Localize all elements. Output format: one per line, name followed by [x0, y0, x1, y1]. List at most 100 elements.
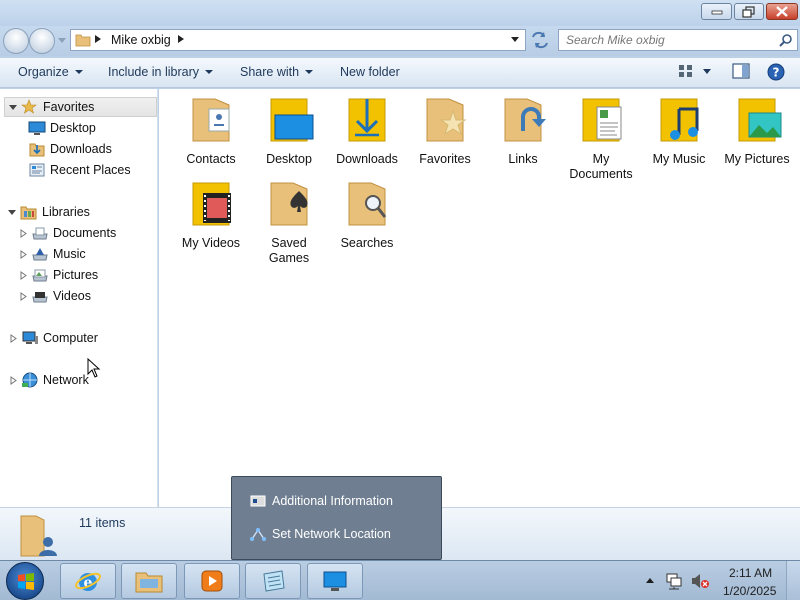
include-in-library-menu[interactable]: Include in library	[108, 65, 214, 79]
recent-pages-dropdown-icon[interactable]	[58, 38, 66, 43]
nav-downloads[interactable]: Downloads	[28, 139, 112, 159]
network-status-icon[interactable]	[666, 572, 682, 590]
navigation-pane: Favorites Desktop Downloads Recent Place…	[0, 89, 158, 507]
folder-favorites[interactable]: Favorites	[406, 95, 484, 167]
nav-music[interactable]: Music	[20, 244, 86, 264]
nav-libraries[interactable]: Libraries	[8, 202, 90, 222]
network-context-menu: Additional Information Set Network Locat…	[231, 476, 442, 560]
new-folder-button[interactable]: New folder	[340, 65, 400, 79]
menu-item-label: Additional Information	[272, 494, 393, 508]
saved-games-folder-icon	[270, 182, 308, 226]
preview-pane-icon[interactable]	[732, 63, 750, 79]
expand-arrow-icon[interactable]	[20, 228, 27, 238]
taskbar: e 2:11 AM 1/20/2025	[0, 560, 800, 600]
help-icon[interactable]: ?	[767, 63, 785, 81]
music-icon	[32, 248, 48, 261]
folder-saved-games[interactable]: Saved Games	[250, 179, 328, 266]
expand-arrow-icon[interactable]	[20, 249, 27, 259]
expand-arrow-icon[interactable]	[20, 291, 27, 301]
view-options-icon[interactable]	[678, 63, 694, 79]
mouse-cursor-icon	[87, 358, 101, 378]
expand-arrow-icon[interactable]	[10, 333, 17, 343]
nav-network[interactable]: Network	[10, 370, 89, 390]
nav-videos[interactable]: Videos	[20, 286, 91, 306]
clock-time[interactable]: 2:11 AM	[729, 566, 772, 580]
internet-explorer-icon: e	[75, 572, 101, 591]
folder-label: Searches	[340, 236, 394, 250]
breadcrumb-arrow-icon[interactable]	[95, 35, 101, 43]
folder-label: Saved Games	[268, 236, 310, 265]
menu-item-additional-information[interactable]: Additional Information	[250, 494, 393, 508]
address-history-dropdown-icon[interactable]	[511, 37, 519, 42]
expand-arrow-icon[interactable]	[8, 209, 16, 215]
minimize-icon	[711, 10, 722, 14]
address-bar[interactable]: Mike oxbig	[70, 29, 526, 51]
windows-logo-icon	[18, 573, 34, 590]
expand-arrow-icon[interactable]	[10, 375, 17, 385]
share-with-menu[interactable]: Share with	[240, 65, 314, 79]
search-icon[interactable]	[779, 33, 793, 47]
folder-searches[interactable]: Searches	[328, 179, 406, 251]
user-folder-icon	[20, 515, 57, 557]
nav-documents[interactable]: Documents	[20, 223, 116, 243]
breadcrumb-arrow-icon[interactable]	[178, 35, 184, 43]
downloads-folder-icon	[348, 98, 386, 142]
taskbar-windows-explorer[interactable]	[121, 563, 177, 599]
recent-places-icon	[29, 163, 45, 177]
clock-date[interactable]: 1/20/2025	[723, 584, 776, 598]
maximize-button[interactable]	[734, 3, 764, 20]
taskbar-remote-desktop[interactable]	[307, 563, 363, 599]
folder-my-music[interactable]: My Music	[640, 95, 718, 167]
folder-label: My Music	[652, 152, 706, 166]
music-folder-icon	[660, 98, 699, 142]
contacts-folder-icon	[192, 98, 230, 142]
refresh-icon[interactable]	[529, 30, 551, 50]
folder-contacts[interactable]: Contacts	[172, 95, 250, 167]
nav-videos-label: Videos	[53, 289, 91, 303]
close-button[interactable]	[766, 3, 798, 20]
show-hidden-icons-icon[interactable]	[646, 576, 654, 584]
folder-my-documents[interactable]: My Documents	[562, 95, 640, 182]
folder-label: My Documents	[569, 152, 633, 181]
nav-computer[interactable]: Computer	[10, 328, 98, 348]
close-icon	[776, 6, 788, 17]
minimize-button[interactable]	[701, 3, 732, 20]
nav-network-label: Network	[43, 373, 89, 387]
nav-favorites[interactable]: Favorites	[4, 97, 157, 117]
forward-button[interactable]	[29, 28, 55, 54]
nav-downloads-label: Downloads	[50, 142, 112, 156]
taskbar-media-player[interactable]	[184, 563, 240, 599]
search-placeholder: Search Mike oxbig	[566, 33, 665, 47]
expand-arrow-icon[interactable]	[9, 104, 17, 110]
searches-folder-icon	[348, 182, 387, 226]
taskbar-notepad[interactable]	[245, 563, 301, 599]
menu-item-label: Set Network Location	[272, 527, 391, 541]
nav-desktop[interactable]: Desktop	[28, 118, 96, 138]
desktop-icon	[28, 121, 46, 135]
command-bar: Organize Include in library Share with N…	[0, 58, 800, 88]
expand-arrow-icon[interactable]	[20, 270, 27, 280]
search-input[interactable]: Search Mike oxbig	[558, 29, 798, 51]
folder-label: Downloads	[336, 152, 398, 166]
volume-muted-icon[interactable]	[690, 572, 710, 590]
back-button[interactable]	[3, 28, 29, 54]
breadcrumb-current[interactable]: Mike oxbig	[111, 33, 171, 47]
nav-recent-places[interactable]: Recent Places	[28, 160, 131, 180]
taskbar-internet-explorer[interactable]: e	[60, 563, 116, 599]
folder-links[interactable]: Links	[484, 95, 562, 167]
folder-my-pictures[interactable]: My Pictures	[718, 95, 796, 167]
start-button[interactable]	[6, 562, 44, 600]
folder-downloads[interactable]: Downloads	[328, 95, 406, 167]
star-icon	[21, 99, 37, 114]
file-list-area: Contacts Desktop Downloads Favorites Lin…	[159, 89, 800, 507]
folder-icon	[75, 34, 91, 47]
links-folder-icon	[504, 98, 546, 142]
nav-pictures[interactable]: Pictures	[20, 265, 98, 285]
menu-item-set-network-location[interactable]: Set Network Location	[250, 527, 391, 541]
organize-menu[interactable]: Organize	[18, 65, 83, 79]
videos-folder-icon	[192, 182, 231, 226]
view-options-dropdown-icon[interactable]	[703, 69, 711, 74]
folder-desktop[interactable]: Desktop	[250, 95, 328, 167]
folder-my-videos[interactable]: My Videos	[172, 179, 250, 251]
show-desktop-button[interactable]	[786, 561, 800, 600]
